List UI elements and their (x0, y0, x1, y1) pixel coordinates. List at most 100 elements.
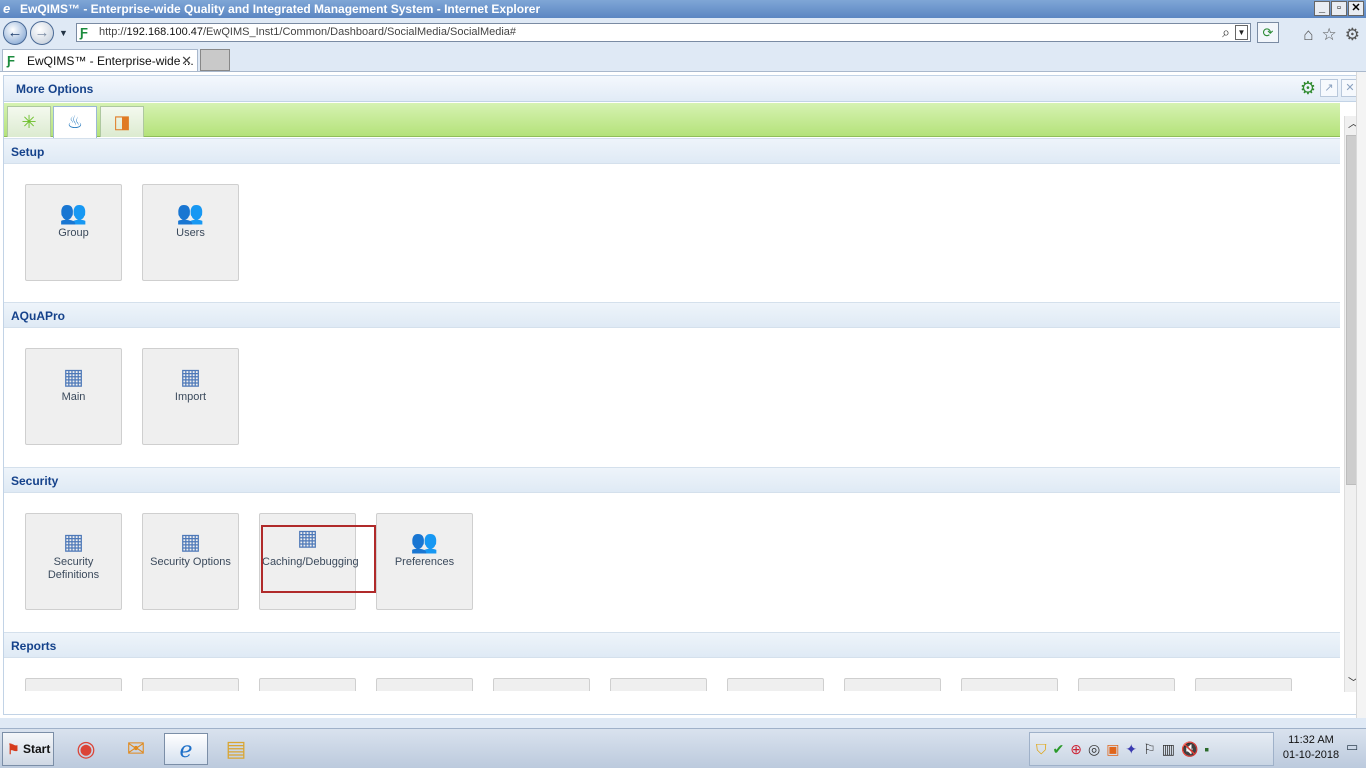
popout-icon[interactable]: ↗ (1320, 79, 1338, 97)
users-icon: 👥 (176, 200, 205, 225)
tile-label: Import (174, 391, 207, 403)
drop-icon[interactable]: ♨ (53, 106, 97, 138)
panel-title: More Options (16, 82, 94, 96)
search-icon[interactable]: ⌕ (1222, 24, 1230, 41)
report-tile[interactable] (727, 678, 824, 691)
section-header-reports: Reports (4, 632, 1340, 658)
group-icon: 👥 (59, 200, 88, 225)
start-label: Start (23, 742, 51, 756)
report-tile[interactable] (493, 678, 590, 691)
address-dropdown-button[interactable]: ▼ (1235, 25, 1248, 40)
browser-tab-row: Ƒ EwQIMS™ - Enterprise-wide ... ✕ (0, 48, 1366, 72)
window-title: EwQIMS™ - Enterprise-wide Quality and In… (20, 2, 541, 16)
document-icon: ▦ (180, 529, 201, 554)
terminal-icon[interactable]: ▪ (1204, 741, 1209, 757)
report-tile[interactable] (25, 678, 122, 691)
section-header-aquapro: AQuAPro (4, 302, 1340, 328)
report-tile[interactable] (376, 678, 473, 691)
report-tile[interactable] (961, 678, 1058, 691)
shield-icon[interactable]: ⛉ (1036, 741, 1047, 758)
outlook-icon[interactable]: ✉ (114, 733, 158, 765)
document-icon: ▦ (180, 364, 201, 389)
tile-preferences[interactable]: 👥 Preferences (376, 513, 473, 610)
back-button[interactable]: ← (3, 21, 27, 45)
tile-main[interactable]: ▦ Main (25, 348, 122, 445)
window-title-bar: e EwQIMS™ - Enterprise-wide Quality and … (0, 0, 1366, 18)
page-viewport: More Options ⚙ ↗ ✕ ✳ ♨ ◨ Setup 👥 Group 👥… (0, 72, 1366, 718)
more-options-panel: More Options ⚙ ↗ ✕ ✳ ♨ ◨ Setup 👥 Group 👥… (3, 75, 1363, 715)
settings-gear-icon[interactable]: ⚙ (1345, 25, 1360, 45)
tile-security-definitions[interactable]: ▦ Security Definitions (25, 513, 122, 610)
tile-label: Users (176, 227, 205, 239)
section-header-security: Security (4, 467, 1340, 493)
chrome-icon[interactable]: ◉ (64, 733, 108, 765)
favorites-star-icon[interactable]: ☆ (1322, 25, 1337, 45)
tile-users[interactable]: 👥 Users (142, 184, 239, 281)
site-favicon-icon: Ƒ (80, 25, 88, 40)
close-button[interactable]: ✕ (1348, 1, 1364, 16)
minimize-button[interactable]: _ (1314, 1, 1330, 16)
new-tab-button[interactable] (200, 49, 230, 71)
system-clock[interactable]: 11:32 AM 01-10-2018 (1276, 733, 1346, 763)
report-tile[interactable] (610, 678, 707, 691)
action-center-flag-icon[interactable]: ⚐ (1143, 741, 1156, 758)
tile-group[interactable]: 👥 Group (25, 184, 122, 281)
tile-label: Main (61, 391, 86, 403)
report-tile[interactable] (1195, 678, 1292, 691)
browser-tab-title: EwQIMS™ - Enterprise-wide ... (27, 54, 194, 68)
maximize-button[interactable]: ▫ (1331, 1, 1347, 16)
address-bar[interactable]: Ƒ http://192.168.100.47/EwQIMS_Inst1/Com… (76, 23, 1251, 42)
tab-close-icon[interactable]: ✕ (181, 53, 192, 69)
tile-label: Preferences (394, 556, 455, 568)
report-tile[interactable] (1078, 678, 1175, 691)
window-controls: _ ▫ ✕ (1314, 1, 1364, 16)
windows-flag-icon: ⚑ (7, 741, 20, 757)
panel-header: More Options ⚙ ↗ ✕ (4, 76, 1362, 102)
volume-muted-icon[interactable]: 🔇 (1181, 741, 1198, 758)
browser-toolbar: ⌂ ☆ ⚙ (1303, 25, 1360, 45)
options-content: Setup 👥 Group 👥 Users AQuAPro ▦ Main ▦ I… (4, 138, 1340, 691)
file-explorer-icon[interactable]: ▤ (214, 733, 258, 765)
report-tile[interactable] (142, 678, 239, 691)
asterisk-icon[interactable]: ✳ (7, 106, 51, 137)
security-tray-icon[interactable]: ✦ (1125, 741, 1137, 758)
site-favicon-icon: Ƒ (7, 53, 15, 68)
internet-explorer-icon: e (3, 1, 11, 16)
url-text[interactable]: http://192.168.100.47/EwQIMS_Inst1/Commo… (99, 26, 516, 38)
display-icon[interactable]: ▥ (1162, 741, 1175, 758)
document-icon[interactable]: ◨ (100, 106, 144, 137)
document-icon: ▦ (63, 364, 84, 389)
page-scrollbar[interactable] (1356, 72, 1366, 718)
sync-icon[interactable]: ✔ (1053, 741, 1065, 758)
refresh-icon[interactable]: ⟳ (1257, 22, 1279, 43)
address-row: ← → ▼ Ƒ http://192.168.100.47/EwQIMS_Ins… (0, 18, 1366, 48)
status-area (0, 718, 1366, 728)
internet-explorer-icon[interactable]: ℯ (164, 733, 208, 765)
home-icon[interactable]: ⌂ (1303, 25, 1313, 45)
start-button[interactable]: ⚑ Start (2, 732, 54, 766)
panel-tools: ⚙ ↗ ✕ (1299, 79, 1359, 97)
report-tile[interactable] (259, 678, 356, 691)
gear-icon[interactable]: ⚙ (1299, 79, 1317, 97)
tile-label: Security Definitions (47, 556, 100, 581)
clock-date: 01-10-2018 (1282, 749, 1340, 761)
recent-pages-dropdown[interactable]: ▼ (59, 28, 68, 38)
target-icon[interactable]: ◎ (1088, 741, 1100, 758)
document-icon: ▦ (63, 529, 84, 554)
icon-tab-bar: ✳ ♨ ◨ (4, 103, 1340, 138)
app-tray-icon[interactable]: ▣ (1106, 741, 1119, 758)
users-icon: 👥 (410, 529, 439, 554)
show-desktop-icon[interactable]: ▭ (1346, 739, 1358, 755)
forward-button[interactable]: → (30, 21, 54, 45)
clock-time: 11:32 AM (1288, 734, 1334, 746)
report-tile[interactable] (844, 678, 941, 691)
tile-label: Security Options (150, 556, 231, 568)
system-tray: ⛉ ✔ ⊕ ◎ ▣ ✦ ⚐ ▥ 🔇 ▪ (1029, 732, 1274, 766)
taskbar: ⚑ Start ◉ ✉ ℯ ▤ ⛉ ✔ ⊕ ◎ ▣ ✦ ⚐ ▥ 🔇 ▪ 11:3… (0, 728, 1366, 768)
network-icon[interactable]: ⊕ (1070, 741, 1082, 758)
browser-tab[interactable]: Ƒ EwQIMS™ - Enterprise-wide ... ✕ (2, 49, 198, 71)
tile-security-options[interactable]: ▦ Security Options (142, 513, 239, 610)
tile-import[interactable]: ▦ Import (142, 348, 239, 445)
tile-label: Group (58, 227, 89, 239)
highlight-box (261, 525, 376, 593)
